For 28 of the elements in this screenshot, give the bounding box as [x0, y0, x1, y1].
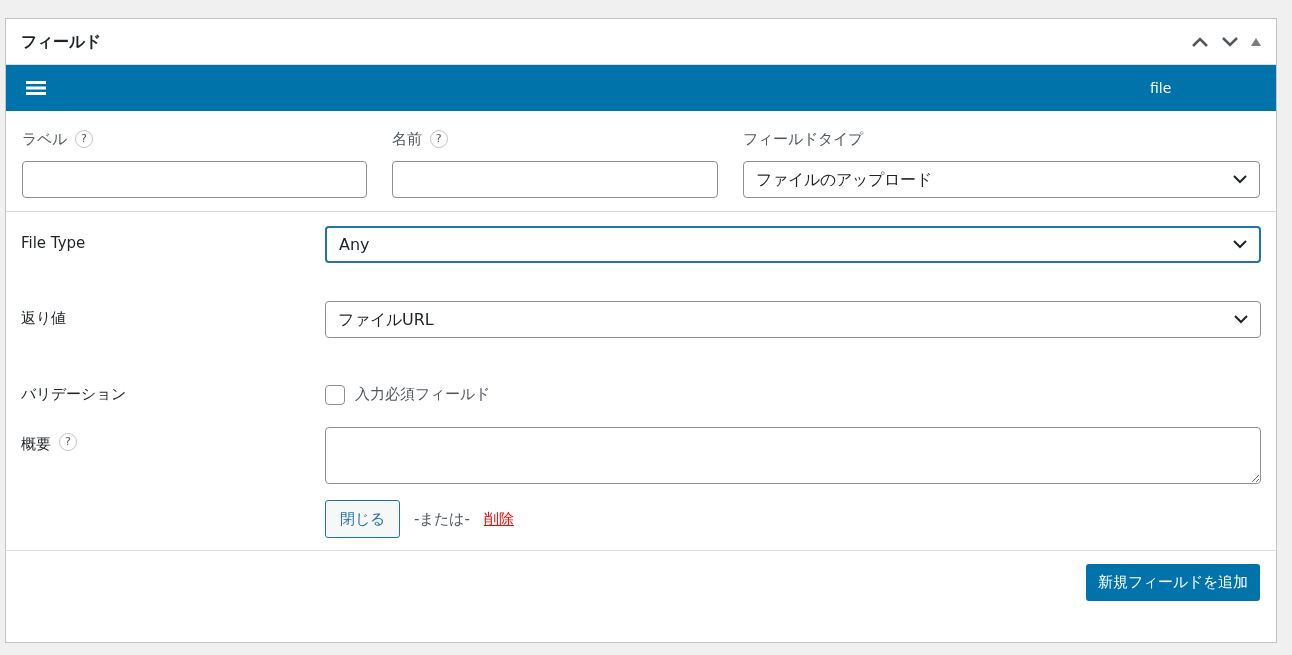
triangle-up-icon[interactable]	[1251, 37, 1261, 46]
select-dropdown[interactable]: ファイルURL	[325, 301, 1261, 338]
checkbox[interactable]	[325, 384, 345, 405]
chevron-up-icon[interactable]	[1191, 35, 1209, 48]
select-dropdown[interactable]: Any	[325, 226, 1261, 263]
setting-label: 返り値	[21, 308, 66, 329]
text-input[interactable]	[22, 161, 367, 198]
chevron-down-icon	[1233, 240, 1247, 249]
field-label: フィールドタイプ	[743, 128, 864, 150]
chevron-down-icon[interactable]	[1221, 35, 1239, 48]
setting-label: 概要	[21, 434, 51, 455]
panel-title: フィールド	[21, 30, 101, 53]
setting-label: File Type	[21, 233, 86, 254]
field-name: file	[1150, 78, 1172, 98]
checkbox-label[interactable]: 入力必須フィールド	[355, 383, 490, 406]
description-textarea[interactable]	[325, 427, 1261, 484]
delete-link[interactable]: 削除	[483, 507, 514, 531]
chevron-down-icon	[1234, 315, 1248, 324]
or-text: -または-	[414, 508, 470, 530]
field-label: 名前	[391, 128, 422, 150]
select-dropdown[interactable]: ファイルのアップロード	[743, 161, 1260, 198]
add-field-button[interactable]: 新規フィールドを追加	[1086, 564, 1260, 601]
setting-label: バリデーション	[21, 384, 126, 406]
text-input[interactable]	[391, 161, 719, 198]
chevron-down-icon	[1233, 175, 1247, 184]
menu-icon[interactable]	[26, 81, 46, 95]
close-button[interactable]: 閉じる	[325, 500, 400, 538]
field-label: ラベル	[22, 128, 67, 150]
